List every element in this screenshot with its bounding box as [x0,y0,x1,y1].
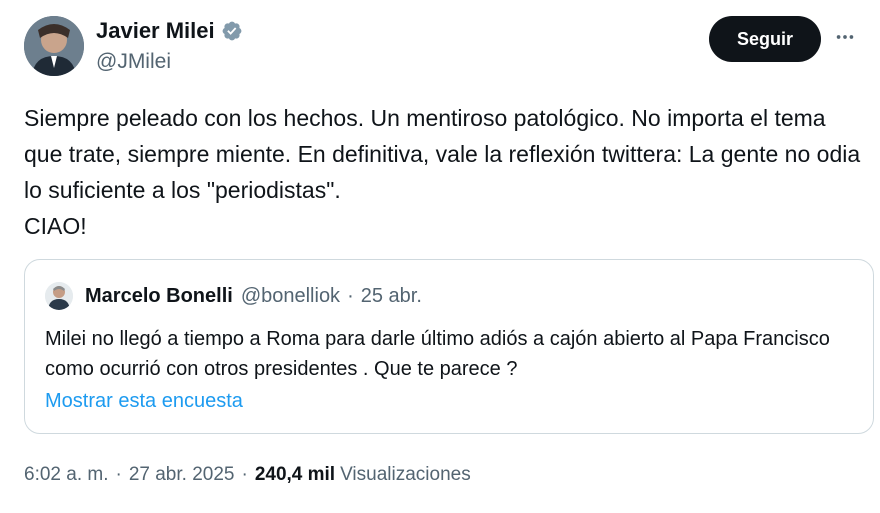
views-label: Visualizaciones [340,464,471,485]
quoted-author-name: Marcelo Bonelli [85,284,233,307]
quoted-separator: · [347,284,354,307]
tweet-date[interactable]: 27 abr. 2025 [129,464,235,486]
quoted-tweet-text: Milei no llegó a tiempo a Roma para darl… [45,328,830,380]
author-name[interactable]: Javier Milei [96,18,215,44]
tweet-header: Javier Milei @JMilei Seguir [24,16,860,80]
quoted-tweet-card[interactable]: Marcelo Bonelli @bonelliok · 25 abr. Mil… [24,259,874,434]
quoted-author-handle: @bonelliok [240,284,341,307]
meta-separator: · [115,464,122,485]
author-name-row: Javier Milei [96,18,243,44]
author-avatar[interactable] [24,16,84,76]
tweet-meta: 6:02 a. m. · 27 abr. 2025 · 240,4 mil Vi… [24,464,471,486]
views-count: 240,4 mil [254,464,336,485]
user-avatar-icon [24,16,84,76]
more-horizontal-icon [836,35,854,39]
show-poll-link[interactable]: Mostrar esta encuesta [45,390,243,413]
meta-separator: · [241,464,248,485]
quoted-date: 25 abr. [360,284,422,307]
author-handle[interactable]: @JMilei [96,50,171,74]
follow-button[interactable]: Seguir [709,16,821,62]
tweet-text: Siempre peleado con los hechos. Un menti… [24,105,861,239]
quoted-user-avatar-icon [45,282,73,310]
quoted-tweet-header: Marcelo Bonelli @bonelliok · 25 abr. [45,282,422,310]
quoted-author-avatar [45,282,73,310]
verified-badge-icon [222,21,242,41]
tweet-time[interactable]: 6:02 a. m. [24,464,109,486]
more-options-button[interactable] [830,22,860,52]
